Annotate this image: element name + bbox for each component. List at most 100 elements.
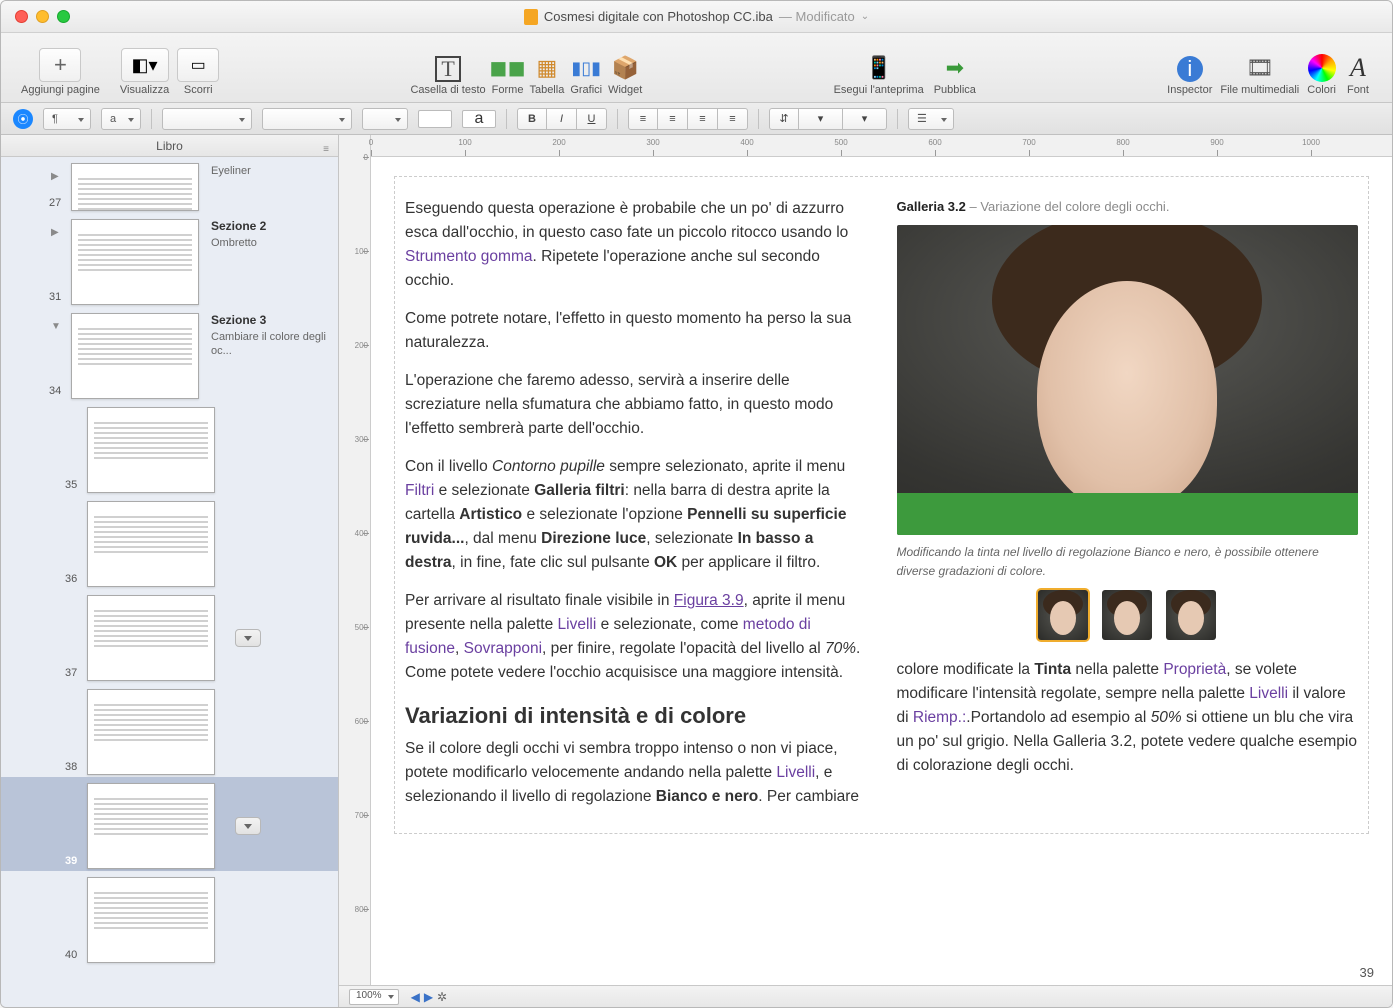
text-style-group: B I U bbox=[517, 108, 607, 130]
format-bar: ⦿ ¶ a a B I U ≡ ≡ ≡ ≡ ⇵ ▾ ▾ ☰ bbox=[1, 103, 1392, 135]
link-livelli-3[interactable]: Livelli bbox=[1249, 685, 1288, 702]
colors-label: Colori bbox=[1307, 84, 1336, 96]
section-title: Sezione 3 bbox=[211, 313, 330, 327]
paragraph-marker-button[interactable]: ⦿ bbox=[13, 109, 33, 129]
gallery-thumb-3[interactable] bbox=[1166, 590, 1216, 640]
titlebar: Cosmesi digitale con Photoshop CC.iba — … bbox=[1, 1, 1392, 33]
text-box-icon[interactable]: T bbox=[435, 56, 461, 82]
valign-button[interactable]: ⇵ bbox=[769, 108, 799, 130]
table-icon[interactable]: ▦ bbox=[533, 54, 561, 82]
page-number-label: 39 bbox=[65, 855, 77, 867]
link-sovrapponi[interactable]: Sovrapponi bbox=[464, 640, 542, 657]
bold-button[interactable]: B bbox=[517, 108, 547, 130]
canvas[interactable]: Eseguendo questa operazione è probabile … bbox=[371, 157, 1392, 985]
gallery-thumb-2[interactable] bbox=[1102, 590, 1152, 640]
disclosure-icon[interactable]: ▶ bbox=[51, 171, 59, 182]
columns-select[interactable]: ▾ bbox=[843, 108, 887, 130]
nav-next-icon[interactable]: ▶ bbox=[424, 990, 433, 1004]
link-riemp[interactable]: Riemp.: bbox=[913, 709, 966, 726]
sidebar-title: Libro bbox=[156, 139, 183, 153]
paragraph-style-select[interactable]: ¶ bbox=[43, 108, 91, 130]
sidebar-page-35[interactable]: 35 bbox=[1, 401, 338, 495]
font-family-select[interactable] bbox=[162, 108, 252, 130]
close-icon[interactable] bbox=[15, 10, 28, 23]
sidebar-page-38[interactable]: 38 bbox=[1, 683, 338, 777]
modified-indicator[interactable]: — Modificato bbox=[779, 9, 855, 24]
status-bar: 100% ◀ ▶ ✲ bbox=[339, 985, 1392, 1007]
zoom-select[interactable]: 100% bbox=[349, 989, 399, 1005]
link-livelli-2[interactable]: Livelli bbox=[776, 764, 815, 781]
colors-icon[interactable] bbox=[1308, 54, 1336, 82]
page-options-button[interactable] bbox=[235, 629, 261, 647]
sidebar-page-39[interactable]: 39 bbox=[1, 777, 338, 871]
text-column-left[interactable]: Eseguendo questa operazione è probabile … bbox=[405, 197, 867, 823]
page-thumbnail bbox=[71, 219, 199, 305]
page-thumbnail bbox=[87, 501, 215, 587]
media-icon[interactable]: 🎞 bbox=[1246, 54, 1274, 82]
align-left-button[interactable]: ≡ bbox=[628, 108, 658, 130]
gallery-thumb-1[interactable] bbox=[1038, 590, 1088, 640]
chevron-down-icon[interactable]: ⌄ bbox=[861, 11, 869, 22]
preview-icon[interactable]: 📱 bbox=[865, 54, 893, 82]
page-number: 39 bbox=[1360, 963, 1374, 983]
text-column-right[interactable]: Galleria 3.2 – Variazione del colore deg… bbox=[897, 197, 1359, 823]
page-thumbnail bbox=[87, 595, 215, 681]
shapes-icon[interactable]: ◼◼ bbox=[494, 54, 522, 82]
font-icon[interactable]: A bbox=[1344, 54, 1372, 82]
link-livelli-1[interactable]: Livelli bbox=[558, 616, 597, 633]
section-subtitle: Cambiare il colore degli oc... bbox=[211, 331, 326, 357]
text-color-swatch[interactable] bbox=[418, 110, 452, 128]
link-proprieta[interactable]: Proprietà bbox=[1163, 661, 1226, 678]
add-pages-button[interactable]: + bbox=[39, 48, 81, 82]
minimize-icon[interactable] bbox=[36, 10, 49, 23]
plus-icon: + bbox=[54, 52, 67, 78]
sidebar-page-36[interactable]: 36 bbox=[1, 495, 338, 589]
underline-button[interactable]: U bbox=[577, 108, 607, 130]
preview-label: Esegui l'anteprima bbox=[834, 84, 924, 96]
italic-button[interactable]: I bbox=[547, 108, 577, 130]
page-number-label: 31 bbox=[49, 291, 61, 303]
page-options-button[interactable] bbox=[235, 817, 261, 835]
align-justify-button[interactable]: ≡ bbox=[718, 108, 748, 130]
sidebar-page-27[interactable]: ▶27Eyeliner bbox=[1, 157, 338, 213]
page-thumbnail bbox=[87, 783, 215, 869]
inspector-icon[interactable]: i bbox=[1177, 56, 1203, 82]
link-figura-3-9[interactable]: Figura 3.9 bbox=[674, 592, 744, 609]
charts-label: Grafici bbox=[570, 84, 602, 96]
sidebar-page-37[interactable]: 37 bbox=[1, 589, 338, 683]
nav-prev-icon[interactable]: ◀ bbox=[411, 990, 420, 1004]
align-right-button[interactable]: ≡ bbox=[688, 108, 718, 130]
sidebar-page-31[interactable]: ▶31Sezione 2Ombretto bbox=[1, 213, 338, 307]
disclosure-icon[interactable]: ▶ bbox=[51, 227, 59, 238]
maximize-icon[interactable] bbox=[57, 10, 70, 23]
inspector-label: Inspector bbox=[1167, 84, 1212, 96]
link-filtri[interactable]: Filtri bbox=[405, 482, 434, 499]
charts-icon[interactable]: ▮▯▮ bbox=[572, 54, 600, 82]
add-pages-label: Aggiungi pagine bbox=[21, 84, 100, 96]
link-strumento-gomma[interactable]: Strumento gomma bbox=[405, 248, 533, 265]
align-center-button[interactable]: ≡ bbox=[658, 108, 688, 130]
gallery-photo[interactable] bbox=[897, 225, 1359, 535]
char-style-select[interactable]: a bbox=[101, 108, 141, 130]
sidebar-page-34[interactable]: ▼34Sezione 3Cambiare il colore degli oc.… bbox=[1, 307, 338, 401]
main-toolbar: + Aggiungi pagine ◧▾ Visualizza ▭ Scorri… bbox=[1, 33, 1392, 103]
sidebar-page-40[interactable]: 40 bbox=[1, 871, 338, 965]
disclosure-icon[interactable]: ▼ bbox=[51, 321, 61, 332]
scroll-icon: ▭ bbox=[191, 55, 206, 75]
font-size-select[interactable] bbox=[362, 108, 408, 130]
gallery-title: – Variazione del colore degli occhi. bbox=[966, 199, 1170, 214]
widget-icon[interactable]: 📦 bbox=[611, 54, 639, 82]
sidebar-header: Libro ≡ bbox=[1, 135, 338, 157]
line-spacing-select[interactable]: ▾ bbox=[799, 108, 843, 130]
list-style-select[interactable]: ☰ bbox=[908, 108, 954, 130]
nav-gear-icon[interactable]: ✲ bbox=[437, 990, 447, 1004]
media-label: File multimediali bbox=[1220, 84, 1299, 96]
char-bg-swatch[interactable]: a bbox=[462, 110, 496, 128]
view-button[interactable]: ◧▾ bbox=[121, 48, 169, 82]
sidebar-icon: ◧▾ bbox=[132, 55, 158, 76]
font-weight-select[interactable] bbox=[262, 108, 352, 130]
publish-icon[interactable]: ➡︎ bbox=[941, 54, 969, 82]
scroll-button[interactable]: ▭ bbox=[177, 48, 219, 82]
vertical-ruler: 0100200300400500600700800 bbox=[339, 135, 371, 1007]
view-label: Visualizza bbox=[120, 84, 169, 96]
